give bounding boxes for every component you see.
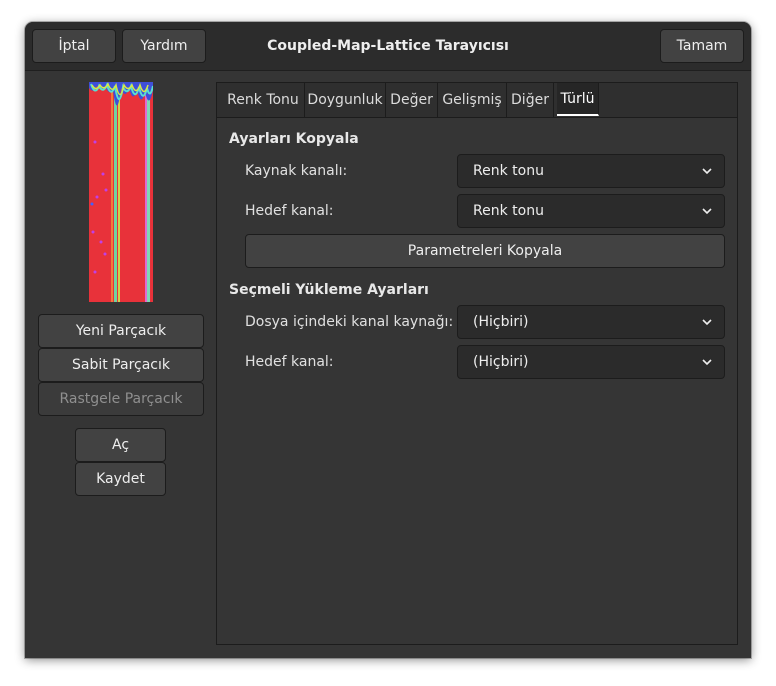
selective-load-title: Seçmeli Yükleme Ayarları: [229, 282, 429, 298]
tab-other[interactable]: Diğer: [507, 83, 554, 117]
header-bar: İptal Yardım Coupled-Map-Lattice Tarayıc…: [25, 22, 751, 71]
save-button[interactable]: Kaydet: [75, 462, 166, 496]
source-channel-value: Renk tonu: [473, 163, 544, 179]
tab-value[interactable]: Değer: [386, 83, 438, 117]
copy-parameters-button[interactable]: Parametreleri Kopyala: [245, 234, 725, 268]
cancel-button[interactable]: İptal: [32, 29, 116, 63]
open-button[interactable]: Aç: [75, 428, 166, 462]
fixed-seed-button[interactable]: Sabit Parçacık: [38, 348, 204, 382]
dialog-title: Coupled-Map-Lattice Tarayıcısı: [267, 38, 509, 54]
chevron-down-icon: [702, 168, 712, 175]
settings-notebook: Renk Tonu Doygunluk Değer Gelişmiş Diğer…: [216, 82, 738, 645]
dest-channel-value: Renk tonu: [473, 203, 544, 219]
load-dest-value: (Hiçbiri): [473, 354, 529, 370]
ok-button[interactable]: Tamam: [660, 29, 744, 63]
load-dest-label: Hedef kanal:: [245, 354, 334, 370]
new-seed-button[interactable]: Yeni Parçacık: [38, 314, 204, 348]
load-dest-combo[interactable]: (Hiçbiri): [457, 345, 725, 379]
preview-image: [89, 82, 153, 302]
tab-hue[interactable]: Renk Tonu: [222, 83, 305, 117]
tab-saturation[interactable]: Doygunluk: [305, 83, 386, 117]
file-source-value: (Hiçbiri): [473, 314, 529, 330]
dest-channel-combo[interactable]: Renk tonu: [457, 194, 725, 228]
source-channel-label: Kaynak kanalı:: [245, 163, 348, 179]
source-channel-combo[interactable]: Renk tonu: [457, 154, 725, 188]
chevron-down-icon: [702, 319, 712, 326]
chevron-down-icon: [702, 359, 712, 366]
tab-misc[interactable]: Türlü: [557, 83, 599, 116]
random-seed-button[interactable]: Rastgele Parçacık: [38, 382, 204, 416]
file-source-label: Dosya içindeki kanal kaynağı:: [245, 314, 454, 330]
help-button[interactable]: Yardım: [122, 29, 206, 63]
chevron-down-icon: [702, 208, 712, 215]
dest-channel-label: Hedef kanal:: [245, 203, 334, 219]
file-source-combo[interactable]: (Hiçbiri): [457, 305, 725, 339]
tab-bar: Renk Tonu Doygunluk Değer Gelişmiş Diğer…: [217, 83, 737, 118]
copy-settings-title: Ayarları Kopyala: [229, 131, 359, 147]
dialog-window: İptal Yardım Coupled-Map-Lattice Tarayıc…: [25, 22, 751, 658]
tab-advanced[interactable]: Gelişmiş: [438, 83, 507, 117]
